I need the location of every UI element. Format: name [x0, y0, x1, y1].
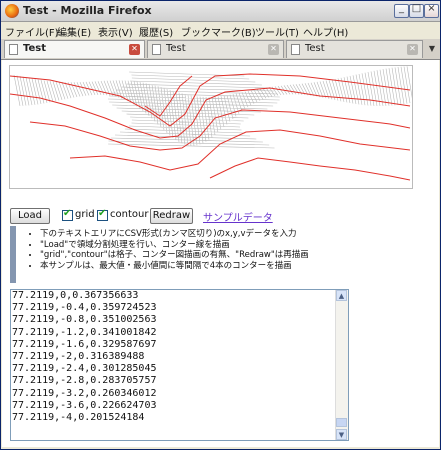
contour-line	[209, 157, 411, 181]
close-button[interactable]: ×	[424, 3, 439, 18]
scroll-down-icon[interactable]: ▼	[336, 429, 347, 440]
tab-close-icon[interactable]: ✕	[407, 44, 418, 55]
maximize-button[interactable]: □	[409, 3, 424, 18]
csv-line: 77.2119,-3.6,0.226624703	[12, 399, 157, 411]
csv-line: 77.2119,-0.4,0.359724523	[12, 302, 157, 314]
csv-line: 77.2119,-2.4,0.301285045	[12, 363, 157, 375]
title-bar[interactable]: Test - Mozilla Firefox _ □ ×	[1, 1, 440, 22]
page-icon	[152, 44, 161, 55]
csv-line: 77.2119,0,0.367356633	[12, 290, 139, 301]
menu-help[interactable]: ヘルプ(H)	[303, 24, 348, 39]
csv-line: 77.2119,-1.6,0.329587697	[12, 338, 157, 350]
tab-1[interactable]: Test ✕	[4, 40, 145, 58]
minimize-button[interactable]: _	[394, 3, 409, 18]
tab-label: Test	[166, 43, 186, 54]
page-icon	[9, 44, 18, 55]
close-icon: ×	[427, 3, 436, 14]
csv-textarea[interactable]: 77.2119,0,0.367356633 77.2119,-0.4,0.359…	[10, 289, 349, 441]
instruction-item: 下のテキストエリアにCSV形式(カンマ区切り)のx,y,vデータを入力	[40, 229, 433, 240]
vertical-scrollbar[interactable]: ▲ ▼	[335, 290, 348, 440]
tab-3[interactable]: Test ✕	[286, 40, 423, 58]
csv-line: 77.2119,-0.8,0.351002563	[12, 314, 157, 326]
tab-close-icon[interactable]: ✕	[129, 44, 140, 55]
menu-bar: ファイル(F) 編集(E) 表示(V) 履歴(S) ブックマーク(B) ツール(…	[1, 22, 440, 39]
window-title: Test - Mozilla Firefox	[23, 4, 152, 17]
contour-plot	[10, 66, 412, 181]
instruction-item: "grid","contour"は格子、コンター図描画の有無、"Redraw"は…	[40, 250, 433, 261]
contour-line	[10, 73, 411, 127]
redraw-button[interactable]: Redraw	[150, 208, 193, 224]
checkmark-icon: ✔	[63, 208, 72, 219]
minimize-icon: _	[399, 3, 404, 14]
menu-file[interactable]: ファイル(F)	[5, 24, 59, 39]
load-button[interactable]: Load	[10, 208, 50, 224]
maximize-icon: □	[411, 3, 422, 14]
csv-line: 77.2119,-1.2,0.341001842	[12, 326, 157, 338]
page-icon	[291, 44, 300, 55]
menu-tools[interactable]: ツール(T)	[255, 24, 299, 39]
tab-label: Test	[305, 43, 325, 54]
csv-line: 77.2119,-2,0.316389488	[12, 350, 145, 362]
control-row: Load ✔ grid ✔ contour Redraw サンプルデータ	[10, 208, 430, 226]
instructions-list: 下のテキストエリアにCSV形式(カンマ区切り)のx,y,vデータを入力 "Loa…	[16, 226, 433, 272]
instruction-item: 本サンプルは、最大値・最小値間に等間隔で4本のコンターを描画	[40, 261, 433, 272]
page-content: Load ✔ grid ✔ contour Redraw サンプルデータ 下のテ…	[2, 60, 439, 447]
contour-checkbox[interactable]: ✔	[97, 208, 108, 221]
contour-label: contour	[110, 209, 149, 220]
scroll-up-icon[interactable]: ▲	[336, 290, 347, 301]
checkmark-icon: ✔	[98, 208, 107, 219]
contour-canvas	[9, 65, 413, 189]
menu-bookmarks[interactable]: ブックマーク(B)	[181, 24, 256, 39]
csv-lines: 77.2119,0,0.367356633 77.2119,-0.4,0.359…	[11, 290, 348, 424]
browser-window: Test - Mozilla Firefox _ □ × ファイル(F) 編集(…	[0, 0, 441, 450]
tab-2[interactable]: Test ✕	[147, 40, 284, 58]
firefox-icon	[5, 4, 19, 18]
csv-line: 77.2119,-4,0.201524184	[12, 411, 145, 423]
grid-label: grid	[75, 209, 95, 220]
tab-list-chevron-icon[interactable]: ▼	[426, 41, 438, 56]
menu-view[interactable]: 表示(V)	[98, 24, 133, 39]
sample-data-link[interactable]: サンプルデータ	[203, 209, 273, 224]
instructions-box: 下のテキストエリアにCSV形式(カンマ区切り)のx,y,vデータを入力 "Loa…	[10, 226, 433, 283]
scroll-thumb[interactable]	[336, 418, 347, 427]
grid-checkbox[interactable]: ✔	[62, 208, 73, 221]
menu-edit[interactable]: 編集(E)	[57, 24, 91, 39]
csv-line: 77.2119,-2.8,0.283705757	[12, 375, 157, 387]
tab-strip: Test ✕ Test ✕ Test ✕ ▼	[1, 39, 440, 60]
instruction-item: "Load"で領域分割処理を行い、コンター線を描画	[40, 240, 433, 251]
tab-label: Test	[23, 43, 47, 54]
tab-close-icon[interactable]: ✕	[268, 44, 279, 55]
menu-history[interactable]: 履歴(S)	[139, 24, 173, 39]
csv-line: 77.2119,-3.2,0.260346012	[12, 387, 157, 399]
